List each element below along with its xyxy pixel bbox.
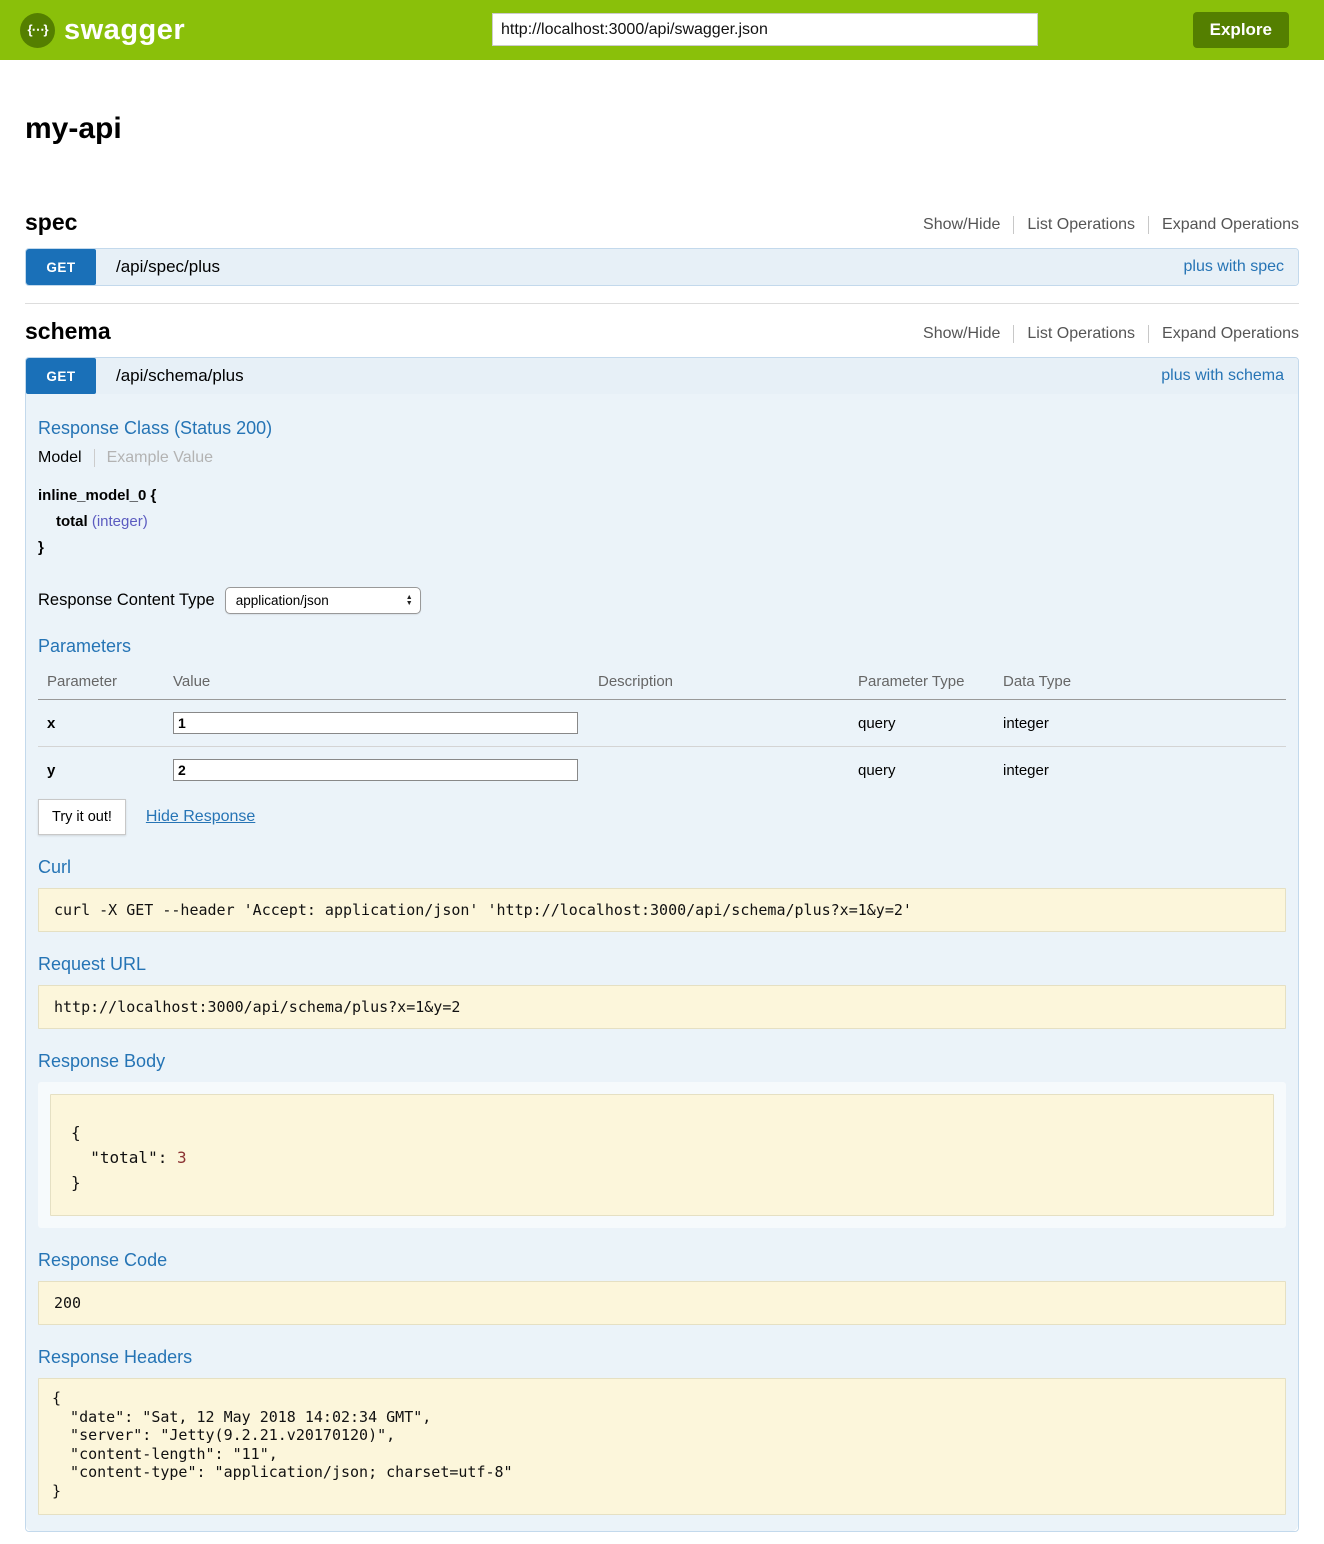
spec-section-header: spec Show/Hide List Operations Expand Op… <box>25 209 1299 236</box>
model-name: inline_model_0 { <box>38 487 1286 506</box>
spec-section-links: Show/Hide List Operations Expand Operati… <box>910 216 1299 236</box>
schema-operation-path[interactable]: /api/schema/plus <box>116 366 244 386</box>
model-signature: inline_model_0 { total (integer) } <box>38 487 1286 557</box>
page-title: my-api <box>25 112 1299 146</box>
model-tabs: Model Example Value <box>38 449 1286 467</box>
json-before: { "total": <box>71 1123 177 1167</box>
schema-operation-summary-link[interactable]: plus with schema <box>1161 367 1284 385</box>
col-value: Value <box>173 667 598 700</box>
swagger-url-input[interactable] <box>492 13 1038 46</box>
spec-get-method-button[interactable]: GET <box>26 249 96 285</box>
schema-section-title: schema <box>25 318 111 345</box>
spec-expand-operations-link[interactable]: Expand Operations <box>1148 216 1299 234</box>
spec-list-operations-link[interactable]: List Operations <box>1013 216 1148 234</box>
select-arrows-icon: ▲▼ <box>406 595 413 607</box>
response-content-type-label: Response Content Type <box>38 591 215 610</box>
curl-command: curl -X GET --header 'Accept: applicatio… <box>38 888 1286 932</box>
try-it-out-button[interactable]: Try it out! <box>38 799 126 835</box>
param-y-input[interactable] <box>173 759 578 781</box>
parameters-heading: Parameters <box>38 636 1286 657</box>
schema-list-operations-link[interactable]: List Operations <box>1013 325 1148 343</box>
model-property: total (integer) <box>56 513 1286 532</box>
table-row-x: x query integer <box>38 700 1286 747</box>
response-body-container: { "total": 3 } <box>38 1082 1286 1228</box>
param-x-data-type: integer <box>1003 700 1286 747</box>
response-body-json: { "total": 3 } <box>50 1094 1274 1216</box>
parameters-table: Parameter Value Description Parameter Ty… <box>38 667 1286 793</box>
response-content-type-row: Response Content Type application/json ▲… <box>38 587 1286 614</box>
schema-get-operation: GET /api/schema/plus plus with schema Re… <box>25 357 1299 1532</box>
json-after: } <box>71 1173 81 1192</box>
header-bar: {⋯} swagger Explore <box>0 0 1324 60</box>
parameters-header-row: Parameter Value Description Parameter Ty… <box>38 667 1286 700</box>
spec-show-hide-link[interactable]: Show/Hide <box>910 216 1013 234</box>
hide-response-link[interactable]: Hide Response <box>146 808 255 826</box>
schema-show-hide-link[interactable]: Show/Hide <box>910 325 1013 343</box>
schema-section-links: Show/Hide List Operations Expand Operati… <box>910 325 1299 345</box>
param-x-name: x <box>38 700 173 747</box>
table-row-y: y query integer <box>38 747 1286 794</box>
param-y-description <box>598 747 858 794</box>
spec-operation-row[interactable]: GET /api/spec/plus plus with spec <box>26 249 1298 285</box>
response-class-heading: Response Class (Status 200) <box>38 418 1286 439</box>
param-x-input[interactable] <box>173 712 578 734</box>
schema-get-method-button[interactable]: GET <box>26 358 96 394</box>
curl-heading: Curl <box>38 857 1286 878</box>
spec-get-operation: GET /api/spec/plus plus with spec <box>25 248 1299 286</box>
spec-section-title: spec <box>25 209 77 236</box>
model-property-name: total <box>56 513 88 530</box>
param-y-parameter-type: query <box>858 747 1003 794</box>
model-property-type: (integer) <box>88 513 148 530</box>
schema-expand-operations-link[interactable]: Expand Operations <box>1148 325 1299 343</box>
response-content-type-value: application/json <box>236 593 329 608</box>
response-headers-heading: Response Headers <box>38 1347 1286 1368</box>
spec-operation-summary-link[interactable]: plus with spec <box>1184 258 1285 276</box>
schema-section-header: schema Show/Hide List Operations Expand … <box>25 318 1299 345</box>
col-description: Description <box>598 667 858 700</box>
section-divider <box>25 303 1299 304</box>
param-x-description <box>598 700 858 747</box>
try-row: Try it out! Hide Response <box>38 799 1286 835</box>
swagger-logo[interactable]: {⋯} swagger <box>20 13 185 48</box>
request-url-value: http://localhost:3000/api/schema/plus?x=… <box>38 985 1286 1029</box>
schema-operation-content: Response Class (Status 200) Model Exampl… <box>26 394 1298 1531</box>
response-body-heading: Response Body <box>38 1051 1286 1072</box>
response-code-heading: Response Code <box>38 1250 1286 1271</box>
json-number-value: 3 <box>177 1148 187 1167</box>
col-data-type: Data Type <box>1003 667 1286 700</box>
main-content: my-api spec Show/Hide List Operations Ex… <box>25 112 1299 1532</box>
col-parameter-type: Parameter Type <box>858 667 1003 700</box>
request-url-heading: Request URL <box>38 954 1286 975</box>
param-y-data-type: integer <box>1003 747 1286 794</box>
spec-operation-path[interactable]: /api/spec/plus <box>116 257 220 277</box>
param-x-parameter-type: query <box>858 700 1003 747</box>
schema-operation-row[interactable]: GET /api/schema/plus plus with schema <box>26 358 1298 394</box>
tab-model[interactable]: Model <box>38 449 95 467</box>
brand-title: swagger <box>64 14 185 47</box>
explore-button[interactable]: Explore <box>1193 12 1289 48</box>
swagger-logo-icon: {⋯} <box>20 13 55 48</box>
response-content-type-select[interactable]: application/json ▲▼ <box>225 587 421 614</box>
response-code-value: 200 <box>38 1281 1286 1325</box>
param-y-name: y <box>38 747 173 794</box>
tab-example-value[interactable]: Example Value <box>95 449 213 467</box>
response-headers-value: { "date": "Sat, 12 May 2018 14:02:34 GMT… <box>38 1378 1286 1515</box>
model-close-brace: } <box>38 539 1286 558</box>
col-parameter: Parameter <box>38 667 173 700</box>
